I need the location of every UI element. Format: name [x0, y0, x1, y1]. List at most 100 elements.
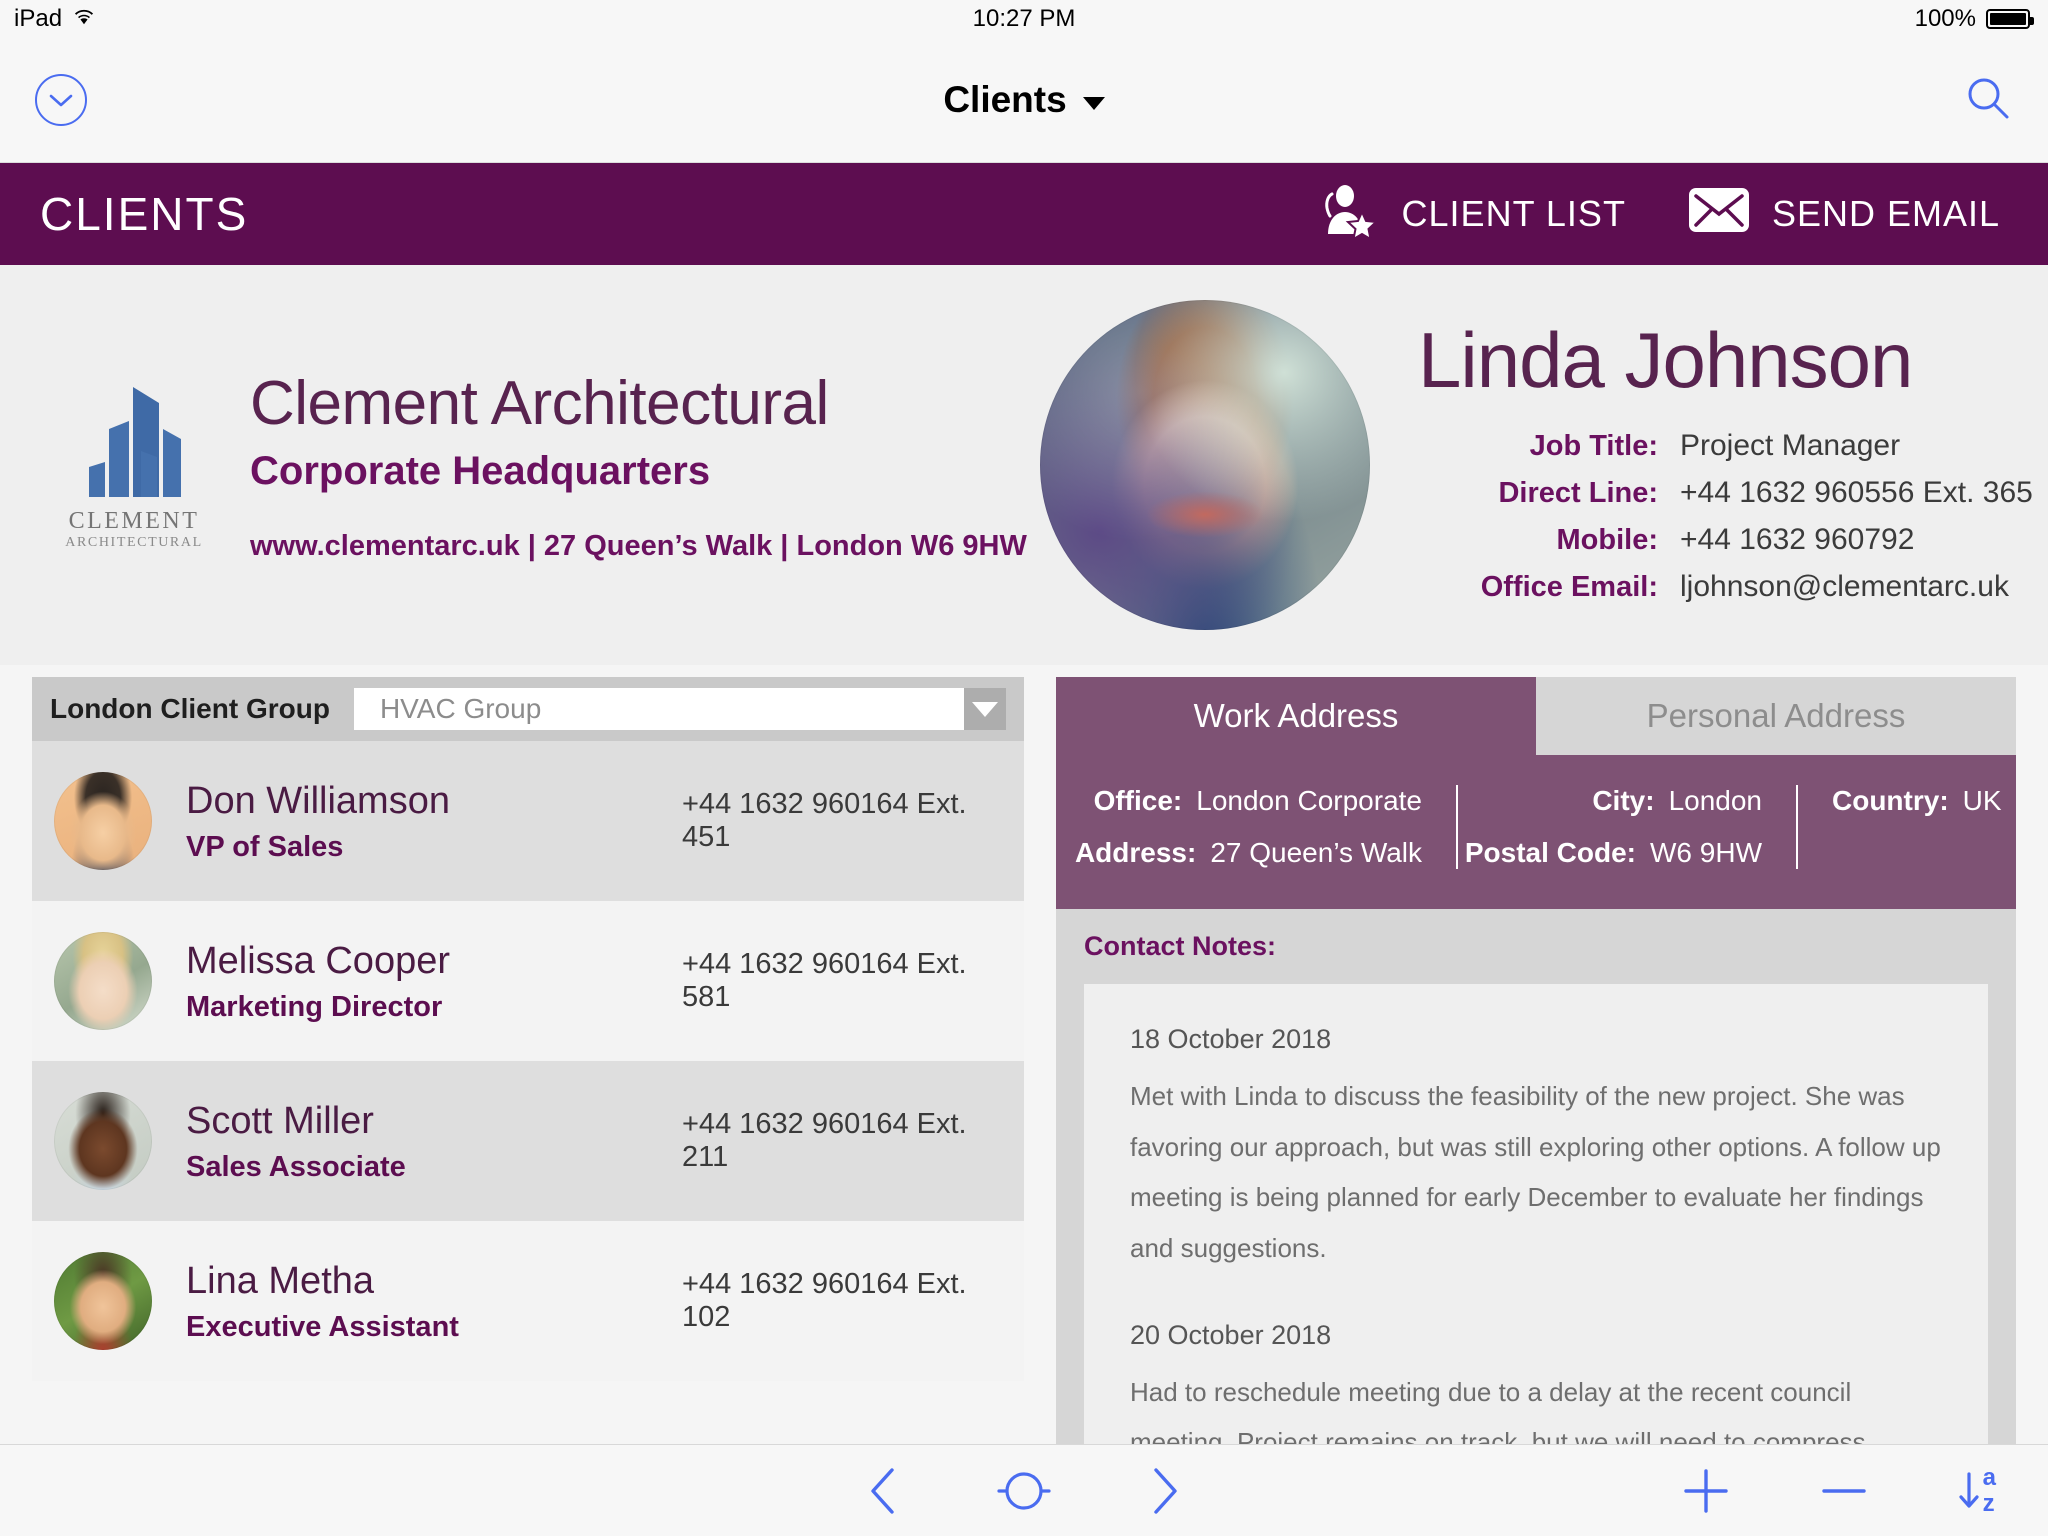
address-value: W6 9HW	[1650, 837, 1762, 869]
client-role: Executive Assistant	[186, 1311, 682, 1344]
field-label: Job Title:	[1418, 430, 1680, 463]
send-email-label: SEND EMAIL	[1772, 193, 2000, 235]
field-value: +44 1632 960792	[1680, 523, 1914, 557]
client-name: Melissa Cooper	[186, 938, 682, 986]
sort-letter-top: a	[1983, 1465, 1996, 1490]
status-bar: iPad 10:27 PM 100%	[0, 0, 2048, 38]
address-label: Postal Code:	[1465, 837, 1636, 869]
company-name: Clement Architectural	[250, 371, 1027, 436]
search-icon[interactable]	[1963, 73, 2013, 128]
client-name: Lina Metha	[186, 1258, 682, 1306]
client-list-button[interactable]: CLIENT LIST	[1318, 182, 1626, 247]
bottom-toolbar: a z	[0, 1444, 2048, 1536]
client-group-header: London Client Group HVAC Group	[32, 677, 1024, 741]
table-row[interactable]: Don Williamson VP of Sales +44 1632 9601…	[32, 741, 1024, 901]
app-header: CLIENTS CLIENT LIST	[0, 163, 2048, 265]
note-date: 18 October 2018	[1130, 1024, 1942, 1055]
table-row[interactable]: Lina Metha Executive Assistant +44 1632 …	[32, 1221, 1024, 1381]
avatar-lina-metha	[54, 1252, 152, 1350]
note-body: Met with Linda to discuss the feasibilit…	[1130, 1071, 1942, 1274]
field-label: Office Email:	[1418, 571, 1680, 604]
field-value: +44 1632 960556 Ext. 365	[1680, 476, 2033, 510]
field-label: Direct Line:	[1418, 477, 1680, 510]
address-column-country: Country: UK	[1796, 785, 2016, 869]
contact-block: Linda Johnson Job Title: Project Manager…	[1040, 300, 2048, 630]
field-value: ljohnson@clementarc.uk	[1680, 570, 2009, 604]
address-value: 27 Queen’s Walk	[1210, 837, 1422, 869]
client-role: Marketing Director	[186, 991, 682, 1024]
main-content: London Client Group HVAC Group Don Willi…	[0, 677, 2048, 1536]
client-phone: +44 1632 960164 Ext. 451	[682, 788, 1002, 854]
avatar-scott-miller	[54, 1092, 152, 1190]
address-column-city: City: London Postal Code: W6 9HW	[1456, 785, 1796, 869]
caret-down-icon	[1083, 97, 1105, 110]
field-value: Project Manager	[1680, 429, 1900, 463]
send-email-button[interactable]: SEND EMAIL	[1688, 187, 2000, 242]
avatar-melissa-cooper	[54, 932, 152, 1030]
group-select[interactable]: HVAC Group	[354, 688, 1006, 730]
client-meta: Scott Miller Sales Associate	[186, 1098, 682, 1185]
nav-title-label: Clients	[943, 79, 1066, 121]
status-bar-time: 10:27 PM	[0, 5, 2048, 33]
company-department: Corporate Headquarters	[250, 449, 1027, 494]
sort-a-z-icon[interactable]: a z	[1957, 1465, 1996, 1515]
client-list-star-icon	[1318, 182, 1380, 247]
avatar-don-williamson	[54, 772, 152, 870]
tab-work-address[interactable]: Work Address	[1056, 677, 1536, 755]
circle-record-icon[interactable]	[996, 1466, 1052, 1516]
nav-bar: Clients	[0, 38, 2048, 163]
contact-field-direct-line: Direct Line: +44 1632 960556 Ext. 365	[1418, 476, 2033, 510]
client-group-label: London Client Group	[50, 693, 330, 725]
chevron-right-icon[interactable]	[1148, 1466, 1182, 1516]
address-tabs: Work Address Personal Address	[1056, 677, 2016, 755]
client-group-panel: London Client Group HVAC Group Don Willi…	[32, 677, 1024, 1536]
client-meta: Melissa Cooper Marketing Director	[186, 938, 682, 1025]
minus-icon[interactable]	[1819, 1466, 1869, 1516]
address-notes-panel: Work Address Personal Address Office: Lo…	[1056, 677, 2016, 1536]
contact-field-office-email: Office Email: ljohnson@clementarc.uk	[1418, 570, 2033, 604]
page-title[interactable]: Clients	[0, 79, 2048, 121]
note-separator	[1130, 1274, 1942, 1320]
address-value: London Corporate	[1196, 785, 1422, 817]
dropdown-arrow-icon[interactable]	[964, 688, 1006, 730]
client-list-label: CLIENT LIST	[1402, 193, 1626, 235]
company-logo: CLEMENT ARCHITECTURAL	[60, 379, 208, 551]
sort-letter-bottom: z	[1983, 1491, 1996, 1516]
contact-info: Linda Johnson Job Title: Project Manager…	[1418, 313, 2033, 617]
group-select-value: HVAC Group	[354, 693, 541, 725]
app-screen: iPad 10:27 PM 100% Clients	[0, 0, 2048, 1536]
company-text: Clement Architectural Corporate Headquar…	[250, 367, 1027, 562]
record-actions-group: a z	[1681, 1445, 1996, 1536]
app-header-actions: CLIENT LIST SEND EMAIL	[1318, 182, 2000, 247]
address-label: Address:	[1075, 837, 1196, 869]
contact-name: Linda Johnson	[1418, 321, 2033, 399]
address-column-office: Office: London Corporate Address: 27 Que…	[1056, 785, 1456, 869]
client-name: Scott Miller	[186, 1098, 682, 1146]
address-field-country: Country: UK	[1832, 785, 1982, 817]
avatar	[1040, 300, 1370, 630]
note-entry: 18 October 2018 Met with Linda to discus…	[1130, 1024, 1942, 1274]
note-date: 20 October 2018	[1130, 1320, 1942, 1351]
battery-percent-label: 100%	[1915, 5, 1976, 33]
plus-icon[interactable]	[1681, 1466, 1731, 1516]
address-field-city: City: London	[1492, 785, 1762, 817]
app-header-title: CLIENTS	[40, 187, 248, 241]
table-row[interactable]: Melissa Cooper Marketing Director +44 16…	[32, 901, 1024, 1061]
battery-full-icon	[1986, 9, 2030, 29]
chevron-left-icon[interactable]	[866, 1466, 900, 1516]
table-row[interactable]: Scott Miller Sales Associate +44 1632 96…	[32, 1061, 1024, 1221]
clement-buildings-logo-icon	[75, 379, 193, 502]
company-logo-name: CLEMENT	[69, 508, 200, 535]
company-address-line: www.clementarc.uk | 27 Queen’s Walk | Lo…	[250, 530, 1027, 563]
tab-personal-address-label: Personal Address	[1647, 697, 1906, 735]
tab-personal-address[interactable]: Personal Address	[1536, 677, 2016, 755]
client-meta: Lina Metha Executive Assistant	[186, 1258, 682, 1345]
address-label: City:	[1592, 785, 1654, 817]
hero-section: CLEMENT ARCHITECTURAL Clement Architectu…	[0, 265, 2048, 665]
company-block: CLEMENT ARCHITECTURAL Clement Architectu…	[0, 367, 1027, 562]
address-value: London	[1669, 785, 1762, 817]
contact-notes-panel: Contact Notes: 18 October 2018 Met with …	[1056, 909, 2016, 1536]
company-logo-sub: ARCHITECTURAL	[65, 535, 202, 551]
work-address-details: Office: London Corporate Address: 27 Que…	[1056, 755, 2016, 909]
contact-field-job-title: Job Title: Project Manager	[1418, 429, 2033, 463]
